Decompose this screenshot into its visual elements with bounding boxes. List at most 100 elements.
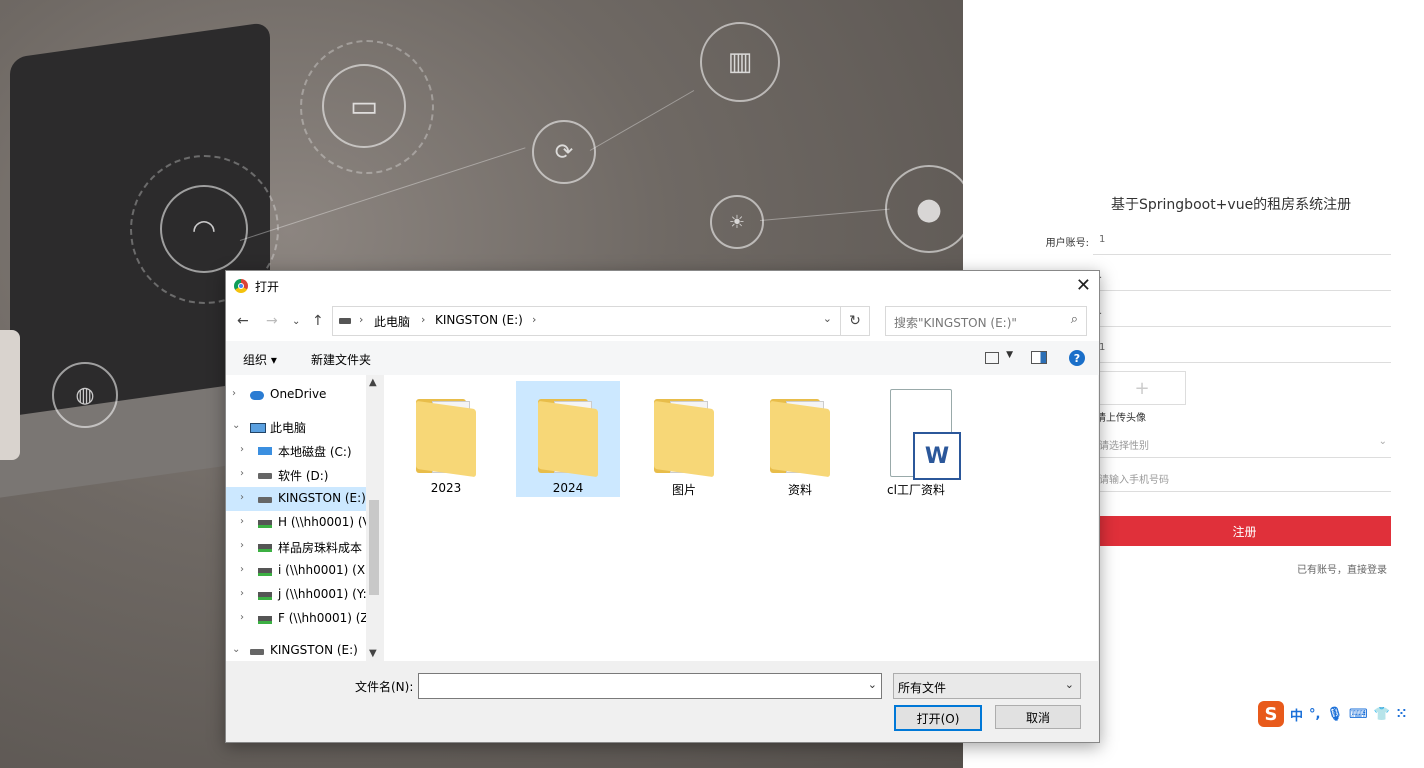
file-item[interactable]: 2024 — [516, 381, 620, 497]
filetype-select[interactable]: 所有文件 ⌄ — [893, 673, 1081, 699]
tree-item-label: 本地磁盘 (C:) — [278, 445, 352, 459]
tree-item-label: H (\\hh0001) (V — [278, 515, 371, 529]
tree-item[interactable]: › F (\\hh0001) (Z — [226, 607, 369, 631]
name-field[interactable]: 1 — [1093, 338, 1391, 363]
search-input[interactable]: 搜索"KINGSTON (E:)" ⌕ — [885, 306, 1087, 336]
dialog-title: 打开 — [255, 280, 280, 294]
file-open-dialog: 打开 ✕ ← → ⌄ ↑ › 此电脑 › KINGSTON (E:) › ⌄ ↻… — [225, 270, 1100, 743]
gender-placeholder: 请选择性别 — [1099, 441, 1149, 452]
tree-item[interactable]: ⌄ 此电脑 — [226, 415, 366, 439]
globe-icon: ◍ — [52, 362, 118, 428]
dialog-titlebar[interactable]: 打开 ✕ — [226, 271, 1099, 301]
microphone-icon[interactable]: 🎙 — [1326, 707, 1343, 722]
open-button[interactable]: 打开(O) — [894, 705, 982, 731]
new-folder-button[interactable]: 新建文件夹 — [311, 351, 371, 368]
sogou-logo-icon[interactable]: S — [1258, 701, 1284, 727]
chevron-right-icon[interactable]: › — [240, 540, 244, 551]
back-arrow-icon[interactable]: ← — [237, 313, 249, 329]
gender-select[interactable]: 请选择性别 ⌄ — [1093, 433, 1391, 458]
chevron-right-icon[interactable]: › — [240, 468, 244, 479]
recent-dropdown-icon[interactable]: ⌄ — [292, 316, 300, 327]
account-label: 用户账号: — [1045, 238, 1089, 249]
drive-icon — [250, 649, 264, 655]
chevron-right-icon[interactable]: › — [359, 313, 363, 326]
login-link[interactable]: 已有账号，直接登录 — [1297, 561, 1387, 576]
search-icon[interactable]: ⌕ — [1071, 312, 1078, 327]
preview-pane-icon[interactable] — [1031, 351, 1047, 364]
refresh-icon[interactable]: ↻ — [840, 306, 870, 336]
tree-item-label: 软件 (D:) — [278, 469, 329, 483]
chevron-right-icon[interactable]: › — [240, 444, 244, 455]
keyboard-icon[interactable]: ⌨ — [1349, 707, 1368, 722]
file-item[interactable]: 资料 — [748, 381, 852, 497]
upload-label: 请上传头像 — [1096, 413, 1146, 424]
view-dropdown-icon[interactable]: ▼ — [1006, 350, 1013, 360]
filename-input[interactable]: ⌄ — [418, 673, 882, 699]
phone-placeholder: 请输入手机号码 — [1099, 475, 1169, 486]
chevron-right-icon[interactable]: › — [232, 388, 236, 399]
chevron-right-icon[interactable]: › — [421, 313, 425, 326]
grid-menu-icon[interactable]: ⁙ — [1396, 707, 1407, 722]
tree-item-label: j (\\hh0001) (Y: — [278, 587, 367, 601]
close-icon[interactable]: ✕ — [1076, 275, 1091, 296]
tree-item[interactable]: › j (\\hh0001) (Y: — [226, 583, 367, 607]
forward-arrow-icon[interactable]: → — [266, 313, 278, 329]
tree-scrollbar[interactable]: ▲ ▼ — [366, 375, 382, 661]
tree-item[interactable]: › i (\\hh0001) (X: — [226, 559, 369, 583]
help-icon[interactable]: ? — [1069, 350, 1085, 366]
tree-item[interactable]: › 软件 (D:) — [226, 463, 366, 487]
confirm-password-field[interactable]: . — [1093, 302, 1391, 327]
address-bar[interactable]: › 此电脑 › KINGSTON (E:) › ⌄ — [332, 306, 841, 336]
chevron-right-icon[interactable]: › — [240, 516, 244, 527]
globe-refresh-icon: ⟳ — [532, 120, 596, 184]
tree-item[interactable]: › KINGSTON (E:) — [226, 487, 366, 511]
view-mode-icon[interactable] — [985, 352, 999, 364]
avatar-upload-button[interactable]: + — [1098, 371, 1186, 405]
chevron-down-icon[interactable]: ⌄ — [868, 678, 877, 691]
filetype-value: 所有文件 — [898, 681, 947, 695]
folder-icon — [416, 395, 476, 478]
tree-item[interactable]: › H (\\hh0001) (V — [226, 511, 371, 535]
tree-item[interactable]: › OneDrive — [226, 383, 366, 407]
up-arrow-icon[interactable]: ↑ — [312, 313, 324, 329]
file-item-label: 资料 — [787, 483, 812, 497]
drive-icon — [339, 318, 351, 324]
register-button[interactable]: 注册 — [1098, 516, 1391, 546]
phone-field[interactable]: 请输入手机号码 — [1093, 467, 1391, 492]
ime-mode-button[interactable]: 中 — [1290, 705, 1303, 724]
navigation-tree: › OneDrive ⌄ 此电脑 › 本地磁盘 (C:) › 软件 (D:) › KINGSTON… — [226, 375, 382, 661]
tree-item[interactable]: ⌄ KINGSTON (E:) — [226, 639, 366, 661]
drive-icon — [258, 473, 272, 479]
tree-item[interactable]: › 样品房珠料成本 — [226, 535, 366, 559]
cancel-button[interactable]: 取消 — [995, 705, 1081, 729]
file-list: 2023 2024 图片 资料 Wcl工厂资料 — [384, 375, 1098, 661]
scrollbar-thumb[interactable] — [369, 500, 379, 595]
network-drive-icon — [258, 544, 272, 552]
skin-icon[interactable]: 👕 — [1374, 707, 1390, 722]
chevron-right-icon[interactable]: › — [532, 313, 536, 326]
tree-item[interactable]: › 本地磁盘 (C:) — [226, 439, 366, 463]
chevron-down-icon[interactable]: ⌄ — [232, 420, 240, 431]
breadcrumb-kingston[interactable]: KINGSTON (E:) — [435, 313, 523, 327]
file-item[interactable]: Wcl工厂资料 — [864, 381, 968, 497]
user-icon: ● — [885, 165, 963, 253]
chevron-right-icon[interactable]: › — [240, 612, 244, 623]
chevron-right-icon[interactable]: › — [240, 564, 244, 575]
password-field[interactable]: . — [1093, 266, 1391, 291]
chevron-down-icon[interactable]: ⌄ — [232, 644, 240, 655]
cup-image — [0, 330, 20, 460]
ime-toolbar: S 中 °, 🎙 ⌨ 👕 ⁙ — [1258, 700, 1424, 728]
chevron-right-icon[interactable]: › — [240, 492, 244, 503]
punctuation-icon[interactable]: °, — [1309, 707, 1320, 722]
file-item[interactable]: 图片 — [632, 381, 736, 497]
file-item[interactable]: 2023 — [394, 381, 498, 497]
account-field[interactable]: 用户账号: 1 — [1046, 230, 1391, 255]
word-document-icon: W — [890, 389, 961, 480]
network-drive-icon — [258, 616, 272, 624]
chevron-right-icon[interactable]: › — [240, 588, 244, 599]
chevron-down-icon[interactable]: ⌄ — [823, 312, 832, 325]
scroll-down-icon[interactable]: ▼ — [369, 648, 377, 659]
scroll-up-icon[interactable]: ▲ — [369, 377, 377, 388]
breadcrumb-this-pc[interactable]: 此电脑 — [374, 313, 410, 330]
organize-button[interactable]: 组织 ▾ — [243, 351, 277, 368]
